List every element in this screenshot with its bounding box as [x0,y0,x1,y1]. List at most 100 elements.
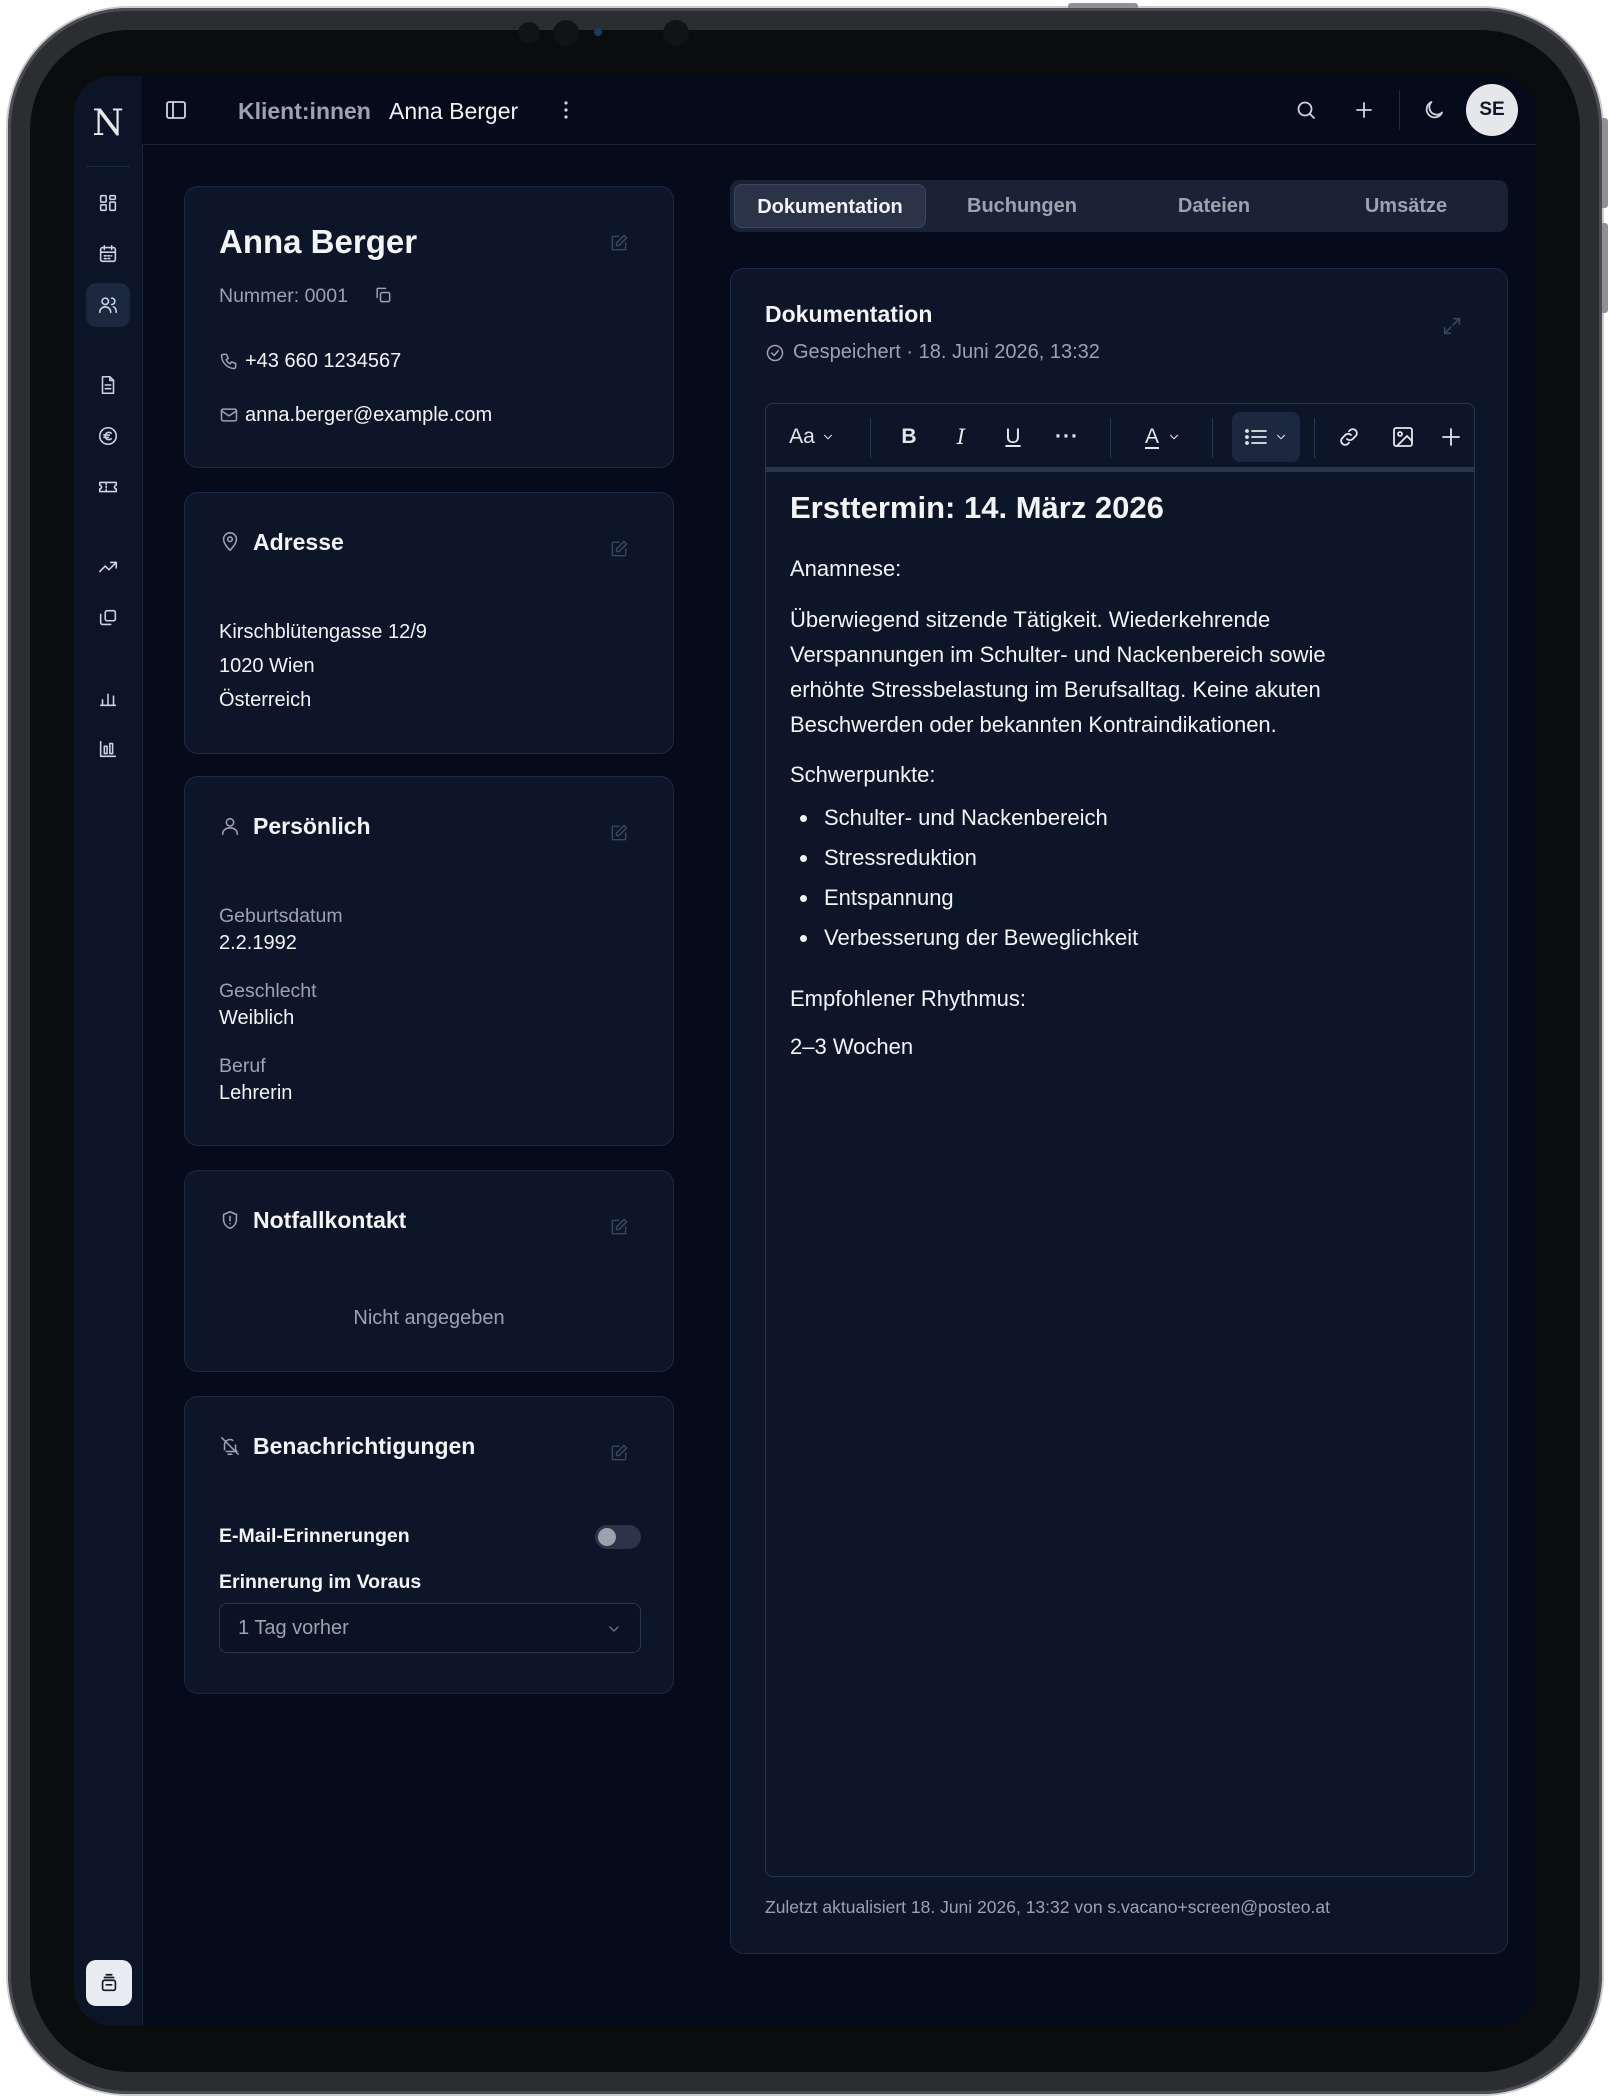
advance-reminder-label: Erinnerung im Voraus [219,1571,422,1593]
camera-lens [553,20,579,46]
occupation-label: Beruf [219,1055,266,1077]
plus-icon [1356,102,1372,118]
toolbar-divider [870,418,871,458]
birthdate-value: 2.2.1992 [219,932,297,954]
tab-revenue[interactable]: Umsätze [1310,184,1502,228]
more-formatting-button[interactable]: ··· [1050,418,1084,456]
sidebar-item-reports[interactable] [86,727,130,771]
sidebar-toggle-icon [166,101,186,119]
search-button[interactable] [1294,98,1318,127]
italic-button[interactable]: I [946,418,976,456]
add-button[interactable] [1352,98,1376,127]
notifications-card: Benachrichtigungen E-Mail-Erinnerungen E… [184,1396,674,1694]
tab-documentation[interactable]: Dokumentation [734,184,926,228]
tab-bookings[interactable]: Buchungen [926,184,1118,228]
topbar-divider [1399,90,1400,130]
breadcrumb-clients[interactable]: Klient:innen [238,98,371,125]
doc-heading: Ersttermin: 14. März 2026 [790,490,1164,525]
bold-button[interactable]: B [894,418,924,456]
sidebar-item-clients[interactable] [86,283,130,327]
insert-image-button[interactable] [1386,418,1420,456]
breadcrumb-separator: › [356,96,364,121]
image-icon [1393,427,1413,447]
sidebar-item-statistics[interactable] [86,676,130,720]
insert-link-button[interactable] [1332,418,1366,456]
edit-emergency-button[interactable] [609,1217,629,1237]
list-style-dropdown[interactable] [1232,412,1300,462]
edit-personal-button[interactable] [609,823,629,843]
edit-icon [611,1218,628,1235]
address-title: Adresse [253,529,344,555]
client-number: Nummer: 0001 [219,285,348,307]
client-email[interactable]: anna.berger@example.com [245,404,492,427]
rhythm-label: Empfohlener Rhythmus: [790,986,1026,1011]
documentation-card: Dokumentation Gespeichert · 18. Juni 202… [730,268,1508,1954]
emergency-empty: Nicht angegeben [353,1307,505,1329]
advance-reminder-select[interactable]: 1 Tag vorher [219,1603,641,1653]
sidebar-item-dashboard[interactable] [86,181,130,225]
edit-client-button[interactable] [609,233,629,253]
rhythm-value: 2–3 Wochen [790,1034,914,1059]
email-reminders-toggle[interactable] [595,1525,641,1549]
underline-button[interactable]: U [998,418,1028,456]
rich-text-editor[interactable]: Aa B I U ··· A Ersttermin: 14. März 2026… [765,403,1475,1877]
toggle-sidebar-button[interactable] [164,98,188,127]
users-icon [98,297,118,314]
text-color-dropdown[interactable]: A [1136,418,1190,456]
edit-icon [611,234,628,251]
font-style-dropdown[interactable]: Aa [784,418,840,456]
chart-columns-icon [99,740,117,758]
top-button [1068,3,1138,8]
edit-address-button[interactable] [609,539,629,559]
sidebar-item-calendar[interactable] [86,232,130,276]
map-pin-icon [219,531,241,553]
emergency-title: Notfallkontakt [253,1207,407,1233]
advance-reminder-value: 1 Tag vorher [238,1617,349,1639]
last-updated-footer: Zuletzt aktualisiert 18. Juni 2026, 13:3… [765,1897,1330,1917]
chevron-down-icon [1169,434,1179,440]
camera-indicator [594,28,602,36]
sidebar-item-archive[interactable] [86,1960,132,2006]
client-name: Anna Berger [219,223,418,260]
more-options-button[interactable] [562,98,570,127]
volume-up-button [1602,118,1608,208]
toolbar-divider [1110,418,1111,458]
user-icon [219,815,241,837]
avatar[interactable]: SE [1466,84,1518,136]
bar-chart-icon [99,693,117,707]
client-phone[interactable]: +43 660 1234567 [245,350,401,373]
address-line-1: Kirschblütengasse 12/9 [219,621,427,643]
app-logo[interactable]: N [86,102,130,146]
theme-toggle-button[interactable] [1422,98,1446,127]
save-status: Gespeichert · 18. Juni 2026, 13:32 [793,341,1100,363]
edit-notifications-button[interactable] [609,1443,629,1463]
birthdate-label: Geburtsdatum [219,905,343,927]
sidebar-item-payments[interactable] [86,414,130,458]
document-icon [101,375,115,395]
sidebar-item-copies[interactable] [86,596,130,640]
dashboard-icon [99,194,117,212]
anamnese-text: Überwiegend sitzende Tätigkeit. Wiederke… [790,607,1326,737]
chevron-down-icon [609,1626,619,1632]
tab-files[interactable]: Dateien [1118,184,1310,228]
text-color-label: A [1144,425,1159,448]
editor-toolbar: Aa B I U ··· A [766,404,1474,472]
sidebar-item-vouchers[interactable] [86,465,130,509]
address-line-3: Österreich [219,689,312,711]
plus-icon [1442,428,1460,446]
volume-down-button [1602,223,1608,313]
copy-number-button[interactable] [373,285,393,310]
calendar-icon [99,244,117,263]
list-item: Entspannung [790,878,1138,918]
insert-block-button[interactable] [1434,418,1468,456]
bell-off-icon [219,1435,241,1457]
phone-icon [219,351,239,376]
font-style-label: Aa [789,425,815,448]
sidebar-item-trends[interactable] [86,545,130,589]
personal-title: Persönlich [253,813,371,839]
sidebar-item-invoices[interactable] [86,363,130,407]
expand-icon[interactable] [1441,315,1463,337]
anamnese-label: Anamnese: [790,556,902,581]
camera-sensor [518,22,540,44]
address-card: Adresse Kirschblütengasse 12/9 1020 Wien… [184,492,674,754]
